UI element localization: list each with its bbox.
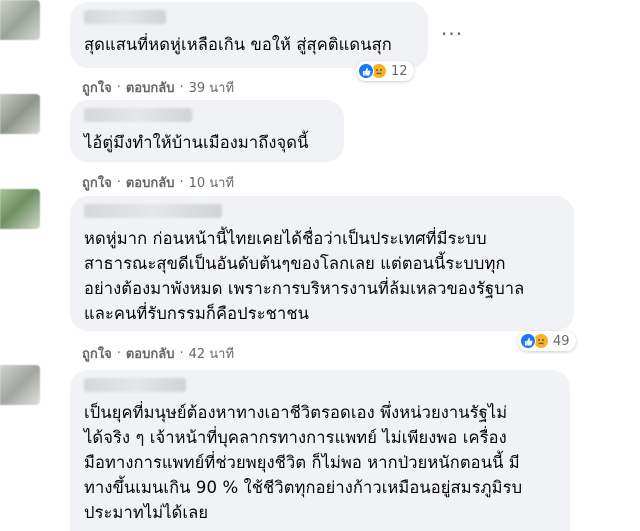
- reply-link[interactable]: ตอบกลับ: [126, 343, 175, 364]
- comment-actions: ถูกใจ · ตอบกลับ · 42 นาที: [82, 343, 234, 364]
- like-link[interactable]: ถูกใจ: [82, 343, 112, 364]
- reaction-count: 12: [391, 63, 408, 79]
- like-reaction-icon: [520, 333, 536, 349]
- reply-link[interactable]: ตอบกลับ: [126, 172, 175, 193]
- like-link[interactable]: ถูกใจ: [82, 172, 112, 193]
- comment-bubble: ไอ้ตู่มึงทำให้บ้านเมืองมาถึงจุดนี้: [70, 100, 344, 162]
- comment-text: หดหู่มาก ก่อนหน้านี้ไทยเคยได้ชื่อว่าเป็น…: [84, 229, 525, 323]
- comment-time[interactable]: 39 นาที: [189, 77, 234, 98]
- comment-actions: ถูกใจ · ตอบกลับ · 10 นาที: [82, 172, 234, 193]
- separator: ·: [179, 346, 184, 361]
- comment-bubble: เป็นยุคที่มนุษย์ต้องหาทางเอาชีวิตรอดเอง …: [70, 370, 570, 531]
- comment-bubble: สุดแสนที่หดหู่เหลือเกิน ขอให้ สู่สุคติแด…: [70, 2, 428, 68]
- separator: ·: [179, 80, 184, 95]
- separator: ·: [116, 346, 121, 361]
- avatar[interactable]: [0, 365, 40, 405]
- reaction-summary[interactable]: 12: [356, 61, 414, 81]
- avatar[interactable]: [0, 0, 40, 40]
- reaction-summary[interactable]: 49: [518, 331, 576, 351]
- more-options-icon[interactable]: ···: [441, 22, 463, 46]
- commenter-name-blurred[interactable]: [84, 10, 166, 24]
- reaction-count: 49: [553, 333, 570, 349]
- comment-bubble: หดหู่มาก ก่อนหน้านี้ไทยเคยได้ชื่อว่าเป็น…: [70, 196, 574, 331]
- separator: ·: [116, 80, 121, 95]
- comment-time[interactable]: 10 นาที: [189, 172, 234, 193]
- comment-text: เป็นยุคที่มนุษย์ต้องหาทางเอาชีวิตรอดเอง …: [84, 403, 523, 522]
- comment-time[interactable]: 42 นาที: [189, 343, 234, 364]
- comment-text: ไอ้ตู่มึงทำให้บ้านเมืองมาถึงจุดนี้: [84, 133, 309, 152]
- comment-actions: ถูกใจ · ตอบกลับ · 39 นาที: [82, 77, 234, 98]
- commenter-name-blurred[interactable]: [84, 378, 186, 392]
- commenter-name-blurred[interactable]: [84, 108, 192, 122]
- like-reaction-icon: [358, 63, 374, 79]
- comment-text: สุดแสนที่หดหู่เหลือเกิน ขอให้ สู่สุคติแด…: [84, 35, 392, 54]
- like-link[interactable]: ถูกใจ: [82, 77, 112, 98]
- avatar[interactable]: [0, 189, 40, 229]
- reply-link[interactable]: ตอบกลับ: [126, 77, 175, 98]
- commenter-name-blurred[interactable]: [84, 204, 222, 218]
- separator: ·: [179, 175, 184, 190]
- avatar[interactable]: [0, 94, 40, 134]
- separator: ·: [116, 175, 121, 190]
